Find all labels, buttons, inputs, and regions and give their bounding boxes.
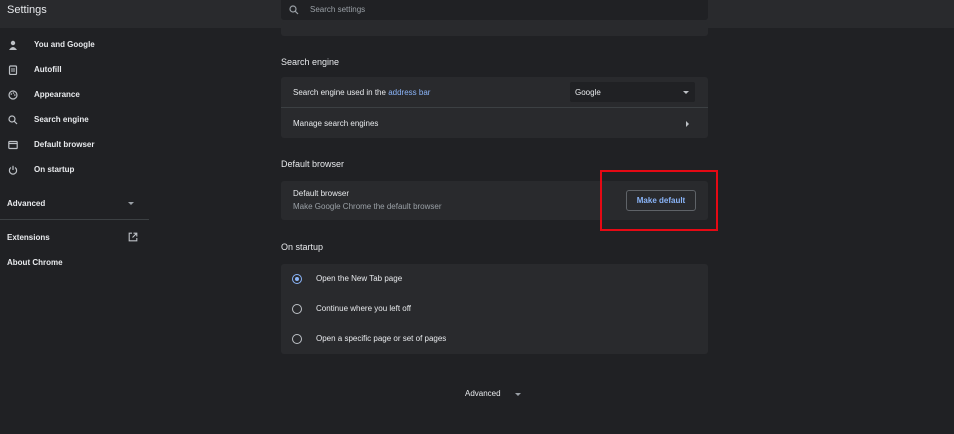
highlight-box <box>600 170 718 231</box>
manage-search-engines-row[interactable]: Manage search engines <box>281 108 708 138</box>
on-startup-card: Open the New Tab page Continue where you… <box>281 264 708 354</box>
sidebar-advanced-toggle[interactable]: Advanced <box>0 194 149 214</box>
sidebar-item-label: Search engine <box>34 115 89 124</box>
search-input[interactable]: Search settings <box>281 0 708 20</box>
search-icon <box>289 5 299 15</box>
open-in-new-icon <box>128 232 138 242</box>
advanced-label: Advanced <box>465 389 501 398</box>
sidebar-divider <box>0 219 149 220</box>
search-engine-select[interactable]: Google <box>570 82 695 102</box>
sidebar-item-label: Default browser <box>34 140 95 149</box>
search-icon <box>8 115 18 125</box>
search-engine-section-title: Search engine <box>281 57 340 67</box>
sidebar-extensions-label: Extensions <box>7 233 50 242</box>
search-engine-selected-value: Google <box>575 88 601 97</box>
sidebar-item-you-and-google[interactable]: You and Google <box>0 34 149 56</box>
sidebar-item-label: You and Google <box>34 40 95 49</box>
browser-window-icon <box>8 140 18 150</box>
search-placeholder: Search settings <box>310 5 366 14</box>
previous-section-card <box>281 22 708 36</box>
sidebar-item-label: Appearance <box>34 90 80 99</box>
startup-option-label: Open a specific page or set of pages <box>316 334 447 343</box>
person-icon <box>9 40 17 50</box>
search-engine-used-label: Search engine used in the address bar <box>293 88 431 97</box>
sidebar-about-label: About Chrome <box>7 258 63 267</box>
sidebar-item-default-browser[interactable]: Default browser <box>0 134 149 156</box>
default-browser-row-subtitle: Make Google Chrome the default browser <box>293 202 442 211</box>
power-icon <box>8 165 18 175</box>
default-browser-row-title: Default browser <box>293 189 350 198</box>
on-startup-section-title: On startup <box>281 242 324 252</box>
palette-icon <box>8 90 18 100</box>
manage-search-engines-label: Manage search engines <box>293 119 379 128</box>
clipboard-icon <box>8 65 18 75</box>
page-title: Settings <box>7 4 47 16</box>
sidebar-item-autofill[interactable]: Autofill <box>0 59 149 81</box>
radio-button-checked[interactable] <box>292 274 302 284</box>
search-engine-card: Search engine used in the address bar Go… <box>281 77 708 138</box>
chevron-right-icon <box>686 121 689 127</box>
sidebar: You and Google Autofill Appearance Searc… <box>0 28 149 434</box>
sidebar-item-label: Autofill <box>34 65 62 74</box>
chevron-down-icon <box>128 202 134 205</box>
radio-button[interactable] <box>292 304 302 314</box>
advanced-expand-button[interactable]: Advanced <box>465 389 525 401</box>
sidebar-item-search-engine[interactable]: Search engine <box>0 109 149 131</box>
chevron-down-icon <box>683 91 689 94</box>
startup-option-label: Open the New Tab page <box>316 274 403 283</box>
startup-option-specific-pages[interactable]: Open a specific page or set of pages <box>281 324 708 354</box>
startup-option-label: Continue where you left off <box>316 304 412 313</box>
sidebar-item-extensions[interactable]: Extensions <box>0 229 149 247</box>
sidebar-item-appearance[interactable]: Appearance <box>0 84 149 106</box>
sidebar-item-about-chrome[interactable]: About Chrome <box>0 254 149 272</box>
sidebar-item-label: On startup <box>34 165 75 174</box>
chevron-down-icon <box>515 393 521 396</box>
radio-button[interactable] <box>292 334 302 344</box>
startup-option-continue[interactable]: Continue where you left off <box>281 294 708 324</box>
sidebar-advanced-label: Advanced <box>7 199 46 208</box>
default-browser-section-title: Default browser <box>281 159 345 169</box>
address-bar-link[interactable]: address bar <box>388 88 430 97</box>
sidebar-item-on-startup[interactable]: On startup <box>0 159 149 181</box>
startup-option-new-tab[interactable]: Open the New Tab page <box>281 264 708 294</box>
